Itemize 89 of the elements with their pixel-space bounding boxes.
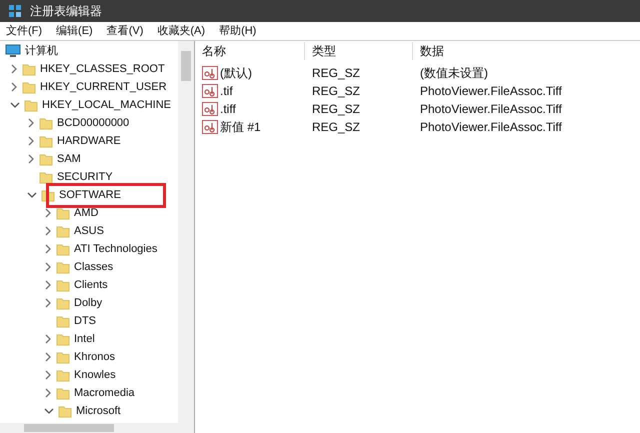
tree-item-label[interactable]: Knowles: [74, 366, 116, 384]
chevron-right-icon[interactable]: [44, 298, 52, 308]
tree-root-label[interactable]: 计算机: [25, 42, 58, 60]
folder-icon: [56, 260, 70, 274]
chevron-right-icon[interactable]: [10, 64, 18, 74]
menu-item[interactable]: 帮助(H): [219, 22, 256, 40]
horizontal-scrollbar[interactable]: [0, 423, 194, 433]
registry-app-icon: [8, 4, 22, 18]
menu-item[interactable]: 文件(F): [6, 22, 42, 40]
value-data: PhotoViewer.FileAssoc.Tiff: [419, 83, 563, 100]
string-value-icon: [202, 84, 218, 98]
column-header[interactable]: 类型: [305, 42, 413, 60]
value-type: REG_SZ: [311, 65, 362, 82]
chevron-right-icon[interactable]: [10, 82, 18, 92]
tree-item-label[interactable]: HKEY_CURRENT_USER: [40, 78, 167, 96]
tree-item-label[interactable]: Clients: [74, 276, 108, 294]
chevron-down-icon[interactable]: [44, 407, 54, 415]
tree-item-label[interactable]: Classes: [74, 258, 114, 276]
chevron-right-icon[interactable]: [44, 208, 52, 218]
value-data: (数值未设置): [419, 65, 489, 82]
value-name[interactable]: .tif: [220, 82, 233, 100]
folder-icon: [58, 404, 72, 418]
value-data: PhotoViewer.FileAssoc.Tiff: [419, 101, 563, 118]
chevron-right-icon[interactable]: [44, 262, 52, 272]
chevron-down-icon[interactable]: [10, 101, 20, 109]
chevron-right-icon[interactable]: [44, 280, 52, 290]
folder-icon: [24, 98, 38, 112]
chevron-right-icon[interactable]: [44, 226, 52, 236]
menu-item[interactable]: 编辑(E): [56, 22, 93, 40]
folder-icon: [56, 278, 70, 292]
menu-item[interactable]: 收藏夹(A): [157, 22, 206, 40]
tree-item-label[interactable]: AMD: [74, 204, 98, 222]
value-name[interactable]: 新值 #1: [220, 118, 261, 136]
string-value-icon: [202, 66, 218, 80]
chevron-right-icon[interactable]: [27, 136, 35, 146]
folder-icon: [39, 152, 53, 166]
folder-icon: [56, 368, 70, 382]
tree-item-label[interactable]: Dolby: [74, 294, 102, 312]
tree-item-label[interactable]: SECURITY: [57, 168, 113, 186]
column-header[interactable]: 名称: [195, 42, 305, 60]
chevron-down-icon[interactable]: [27, 191, 37, 199]
tree-item-label[interactable]: DTS: [74, 312, 96, 330]
tree-item-label[interactable]: ATI Technologies: [74, 240, 158, 258]
scrollbar-thumb[interactable]: [181, 51, 191, 81]
value-name[interactable]: .tiff: [220, 100, 236, 118]
column-header[interactable]: 数据: [413, 42, 640, 60]
value-name[interactable]: (默认): [220, 64, 252, 82]
chevron-right-icon[interactable]: [27, 154, 35, 164]
value-type: REG_SZ: [311, 101, 362, 118]
folder-icon: [39, 170, 53, 184]
folder-icon: [22, 80, 36, 94]
chevron-right-icon[interactable]: [44, 244, 52, 254]
tree-item-label[interactable]: SAM: [57, 150, 81, 168]
chevron-right-icon[interactable]: [44, 334, 52, 344]
folder-icon: [56, 386, 70, 400]
folder-icon: [56, 242, 70, 256]
tree-item-label[interactable]: Macromedia: [74, 384, 135, 402]
tree-item-label[interactable]: Microsoft: [76, 402, 121, 420]
folder-icon: [56, 314, 70, 328]
tree-item-label[interactable]: SOFTWARE: [59, 186, 121, 204]
vertical-scrollbar[interactable]: [178, 41, 194, 423]
chevron-right-icon[interactable]: [44, 388, 52, 398]
value-type: REG_SZ: [311, 119, 362, 136]
folder-icon: [56, 224, 70, 238]
folder-icon: [56, 296, 70, 310]
folder-icon: [56, 350, 70, 364]
computer-icon: [5, 44, 21, 58]
tree-item-label[interactable]: ASUS: [74, 222, 104, 240]
tree-item-label[interactable]: Intel: [74, 330, 95, 348]
tree-item-label[interactable]: HKEY_LOCAL_MACHINE: [42, 96, 171, 114]
chevron-right-icon[interactable]: [44, 370, 52, 380]
tree-item-label[interactable]: HARDWARE: [57, 132, 121, 150]
folder-icon: [22, 62, 36, 76]
scrollbar-thumb[interactable]: [24, 424, 114, 432]
folder-icon: [39, 116, 53, 130]
chevron-right-icon[interactable]: [27, 118, 35, 128]
tree-item-label[interactable]: Khronos: [74, 348, 115, 366]
tree-item-label[interactable]: HKEY_CLASSES_ROOT: [40, 60, 165, 78]
folder-icon: [39, 134, 53, 148]
string-value-icon: [202, 120, 218, 134]
folder-icon: [56, 332, 70, 346]
string-value-icon: [202, 102, 218, 116]
menu-item[interactable]: 查看(V): [106, 22, 144, 40]
tree-item-label[interactable]: BCD00000000: [57, 114, 130, 132]
value-type: REG_SZ: [311, 83, 362, 100]
chevron-right-icon[interactable]: [44, 352, 52, 362]
folder-icon: [56, 206, 70, 220]
value-data: PhotoViewer.FileAssoc.Tiff: [419, 119, 563, 136]
window-title: 注册表编辑器: [30, 3, 102, 20]
